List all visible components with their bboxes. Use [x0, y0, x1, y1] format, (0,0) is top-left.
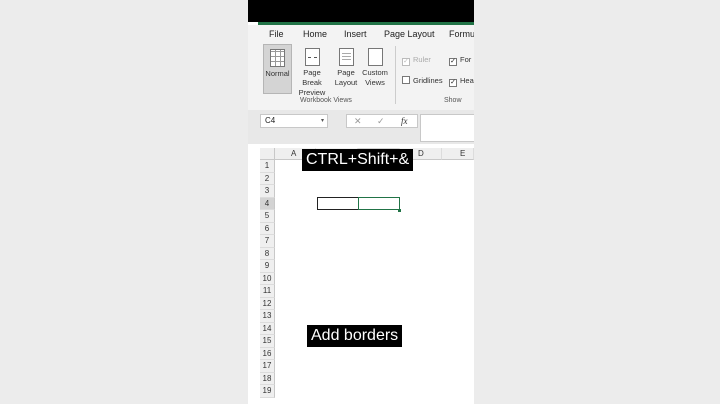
workbook-views-group-label: Workbook Views	[300, 97, 352, 104]
page-break-preview-label-1: Page Break	[302, 68, 322, 87]
formula-bar-check-icon: ✓	[449, 58, 457, 66]
row-header[interactable]: 11	[260, 285, 275, 298]
page-break-preview-icon	[304, 48, 320, 66]
custom-views-label-2: Views	[365, 78, 385, 87]
blurred-background-left	[0, 0, 248, 404]
formula-buttons: ✕ ✓ fx	[346, 114, 418, 128]
group-separator	[395, 46, 396, 104]
page-layout-label-1: Page	[337, 68, 355, 77]
enter-icon[interactable]: ✓	[377, 115, 385, 128]
action-caption: Add borders	[307, 325, 403, 347]
gridlines-check-icon	[402, 76, 410, 84]
insert-function-icon[interactable]: fx	[401, 115, 408, 128]
formula-input[interactable]	[420, 114, 474, 142]
fill-handle[interactable]	[398, 209, 401, 212]
row-header-selected[interactable]: 4	[260, 197, 275, 210]
custom-views-icon	[364, 46, 383, 66]
worksheet-grid[interactable]: A B C D E 1 2 3 4 5 6 7 8 9 10 11 12 13 …	[260, 148, 474, 404]
row-header[interactable]: 7	[260, 235, 275, 248]
column-header-e[interactable]: E	[442, 148, 474, 160]
select-all-corner[interactable]	[260, 148, 275, 160]
row-header[interactable]: 10	[260, 272, 275, 285]
custom-views-label-1: Custom	[362, 68, 388, 77]
page-layout-icon	[338, 48, 354, 66]
blurred-background-right	[474, 0, 720, 404]
formula-bar-checkbox[interactable]: ✓ For	[449, 55, 471, 66]
custom-views-button[interactable]: Custom Views	[360, 44, 390, 94]
gridlines-label: Gridlines	[413, 76, 443, 85]
row-header[interactable]: 14	[260, 322, 275, 335]
row-header[interactable]: 19	[260, 385, 275, 398]
formula-bar-label: For	[460, 55, 472, 64]
row-header[interactable]: 1	[260, 160, 275, 173]
normal-view-icon	[270, 49, 285, 67]
ruler-checkbox[interactable]: ✓ Ruler	[402, 55, 431, 66]
cell-c4-active[interactable]	[358, 197, 400, 210]
row-header[interactable]: 12	[260, 297, 275, 310]
ruler-check-icon: ✓	[402, 58, 410, 66]
normal-view-button[interactable]: Normal	[263, 44, 292, 94]
cancel-icon[interactable]: ✕	[354, 115, 362, 128]
gridlines-checkbox[interactable]: Gridlines	[402, 76, 443, 85]
tab-insert[interactable]: Insert	[344, 29, 367, 39]
tab-page-layout[interactable]: Page Layout	[384, 29, 435, 39]
name-box-value: C4	[265, 116, 276, 125]
tab-formulas[interactable]: Formu	[449, 29, 474, 39]
row-header[interactable]: 17	[260, 360, 275, 373]
page-break-preview-button[interactable]: Page Break Preview	[293, 44, 331, 97]
cell-b4[interactable]	[317, 197, 359, 210]
row-header[interactable]: 3	[260, 185, 275, 198]
row-header[interactable]: 16	[260, 347, 275, 360]
row-header[interactable]: 9	[260, 260, 275, 273]
headings-checkbox[interactable]: ✓ Hea	[449, 76, 474, 87]
row-header[interactable]: 15	[260, 335, 275, 348]
row-header[interactable]: 2	[260, 172, 275, 185]
tab-home[interactable]: Home	[303, 29, 327, 39]
top-black-bar	[248, 0, 474, 22]
shortcut-caption: CTRL+Shift+&	[302, 149, 414, 171]
ruler-label: Ruler	[413, 55, 431, 64]
tab-file[interactable]: File	[269, 29, 284, 39]
row-header[interactable]: 5	[260, 210, 275, 223]
row-header[interactable]: 8	[260, 247, 275, 260]
name-box[interactable]: C4 ▾	[260, 114, 328, 128]
normal-view-label: Normal	[265, 69, 290, 78]
headings-label: Hea	[460, 76, 474, 85]
row-header[interactable]: 13	[260, 310, 275, 323]
page-layout-view-button[interactable]: Page Layout	[333, 44, 359, 94]
excel-window: File Home Insert Page Layout Formu Norma…	[248, 0, 474, 404]
page-layout-label-2: Layout	[334, 78, 358, 87]
headings-check-icon: ✓	[449, 79, 457, 87]
show-group-label: Show	[444, 97, 462, 104]
chevron-down-icon[interactable]: ▾	[321, 115, 324, 127]
row-header[interactable]: 6	[260, 222, 275, 235]
row-header[interactable]: 18	[260, 372, 275, 385]
